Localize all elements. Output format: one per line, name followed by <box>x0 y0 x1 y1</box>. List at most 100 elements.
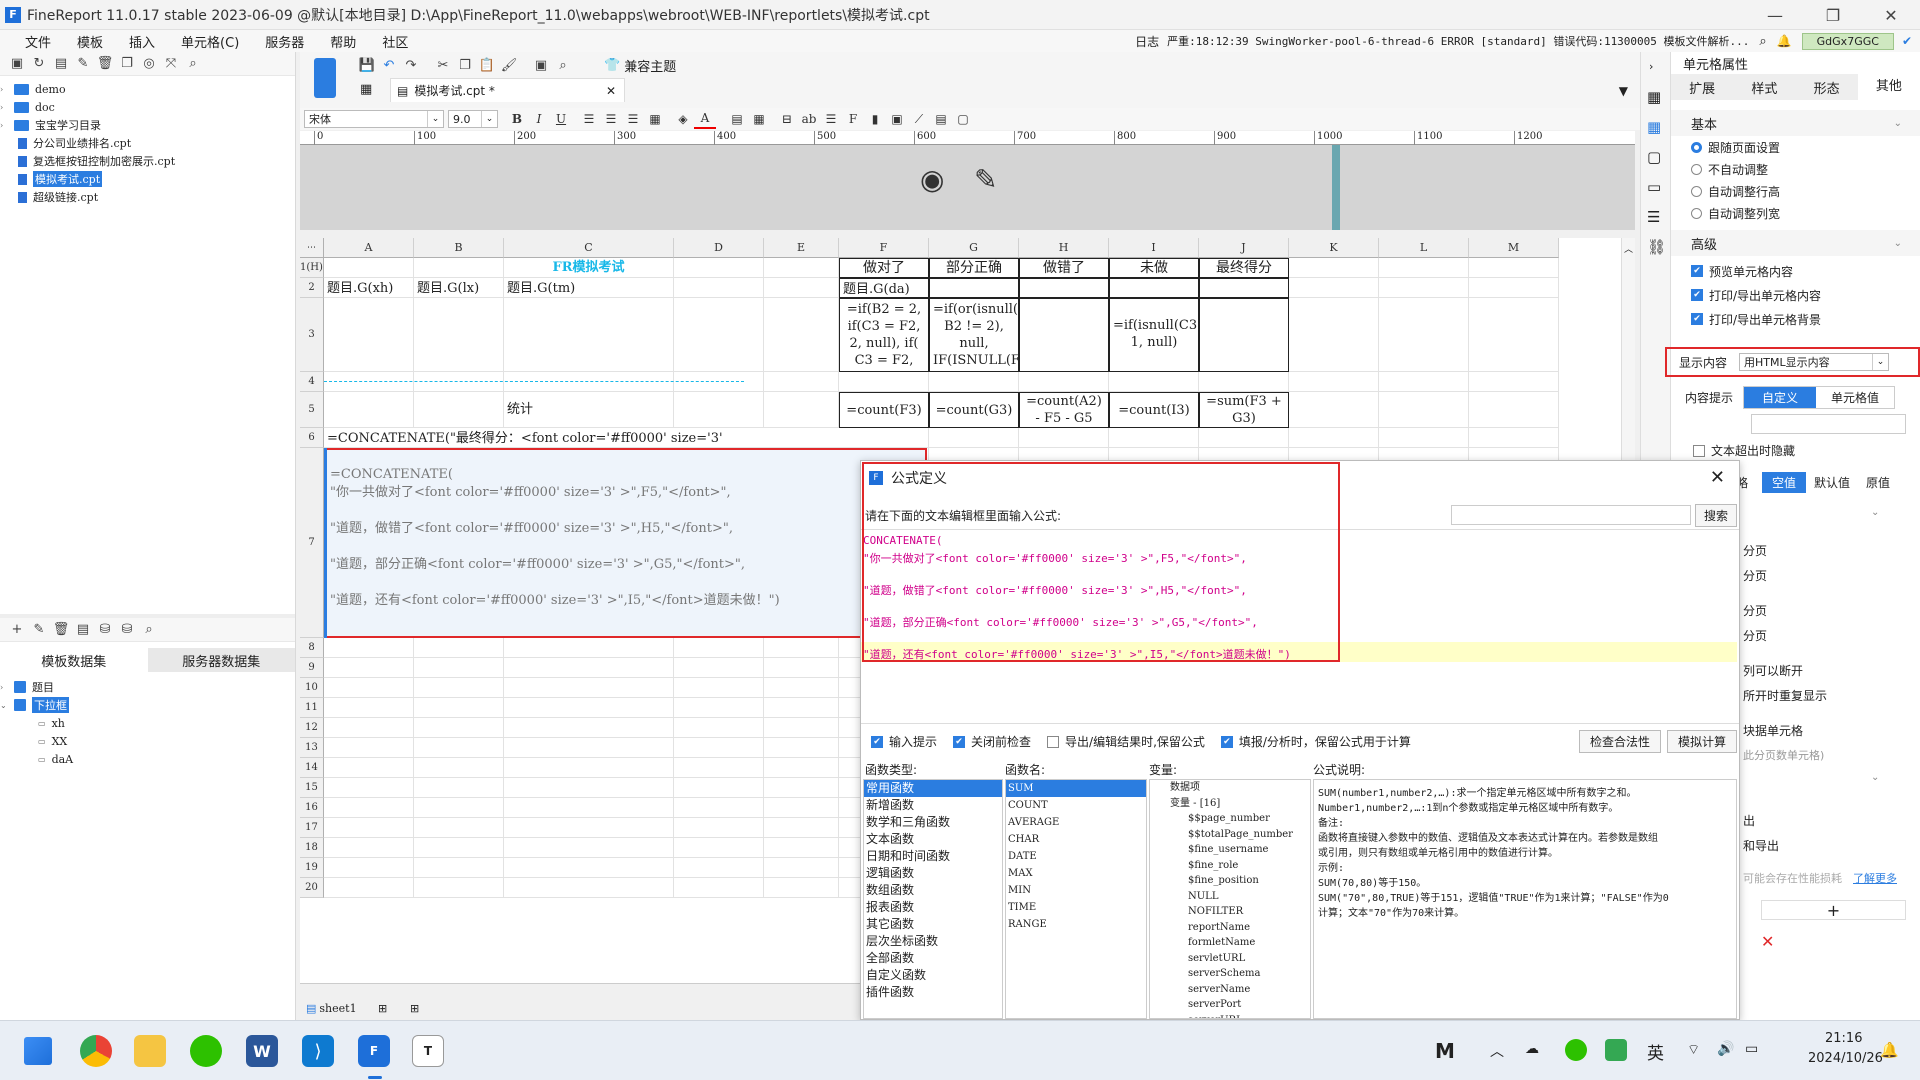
check-preview-content[interactable]: ✔ 预览单元格内容 <box>1671 260 1920 282</box>
chevron-down-icon[interactable]: ⌄ <box>1871 507 1879 518</box>
row-header[interactable]: 1(H) <box>300 258 324 278</box>
compat-theme-button[interactable]: 👕 兼容主题 <box>604 56 676 75</box>
grid-cell[interactable] <box>324 878 414 898</box>
cell-j2x[interactable] <box>1199 278 1289 298</box>
tray-app-icon[interactable] <box>1605 1039 1627 1061</box>
checkbox-icon[interactable]: ✔ <box>1220 735 1233 748</box>
grid-cell[interactable] <box>324 658 414 678</box>
link-icon[interactable]: ⊟ <box>776 109 798 129</box>
checkbox-icon[interactable] <box>1047 735 1060 748</box>
function-type-item[interactable]: 新增函数 <box>864 797 1002 814</box>
db-icon[interactable]: ⛁ <box>94 620 116 640</box>
cell-c1[interactable]: FR模拟考试 <box>504 258 674 278</box>
column-header[interactable]: E <box>764 238 839 258</box>
grid-cell[interactable] <box>324 258 414 278</box>
grid-cell[interactable] <box>324 758 414 778</box>
battery-icon[interactable]: ▭ <box>1745 1041 1758 1057</box>
grid-cell[interactable] <box>324 372 414 392</box>
close-tab-icon[interactable]: ✕ <box>606 84 616 98</box>
align-center-icon[interactable]: ☰ <box>600 109 622 129</box>
cell-j1[interactable]: 最终得分 <box>1199 258 1289 278</box>
grid-cell[interactable] <box>764 678 839 698</box>
open-icon[interactable]: ▤ <box>50 54 72 74</box>
variable-item[interactable]: $$page_number <box>1150 811 1310 827</box>
cell-j5[interactable]: =sum(F3 + G3) <box>1199 392 1289 428</box>
tab-style[interactable]: 样式 <box>1733 78 1795 97</box>
paste-icon[interactable]: 📋 <box>476 55 498 75</box>
variable-item[interactable]: $fine_role <box>1150 858 1310 874</box>
cell-j3x[interactable] <box>1199 298 1289 372</box>
edit-pencil-icon[interactable]: ✎ <box>974 163 997 196</box>
grid-cell[interactable] <box>324 678 414 698</box>
grid-cell[interactable] <box>674 858 764 878</box>
notification-icon[interactable]: 🔔 <box>1880 1041 1899 1059</box>
section-advanced[interactable]: 高级 ⌄ <box>1671 230 1920 256</box>
dialog-search-input[interactable] <box>1451 505 1691 525</box>
tree-field[interactable]: ▭ XX <box>0 732 295 750</box>
grid-cell[interactable] <box>1289 428 1379 448</box>
grid-cell[interactable] <box>1289 372 1379 392</box>
cell-i1[interactable]: 未做 <box>1109 258 1199 278</box>
grid-cell[interactable] <box>324 392 414 428</box>
redo-icon[interactable]: ↷ <box>400 55 422 75</box>
grid-cell[interactable] <box>929 428 1019 448</box>
grid-cell[interactable] <box>324 778 414 798</box>
text-icon[interactable]: ab <box>798 109 820 129</box>
cut-icon[interactable]: ✂ <box>432 55 454 75</box>
tab-template-dataset[interactable]: 模板数据集 <box>0 648 148 672</box>
chevron-down-icon[interactable]: ⌄ <box>1871 772 1879 783</box>
grid-cell[interactable] <box>764 392 839 428</box>
row-header[interactable]: 5 <box>300 392 324 428</box>
fill-color-icon[interactable]: ◈ <box>672 109 694 129</box>
log-label[interactable]: 日志 <box>1135 33 1159 50</box>
search-icon[interactable]: ⌕ <box>138 620 160 640</box>
row-header[interactable]: 10 <box>300 678 324 698</box>
function-type-item[interactable]: 自定义函数 <box>864 967 1002 984</box>
log-message[interactable]: 严重:18:12:39 SwingWorker-pool-6-thread-6 … <box>1167 33 1749 49</box>
grid-cell[interactable] <box>324 738 414 758</box>
grid-cell[interactable] <box>324 838 414 858</box>
add-sheet-icon[interactable]: ⊞ <box>410 1002 419 1015</box>
hint-input[interactable] <box>1751 414 1906 434</box>
cell-f2[interactable]: 题目.G(da) <box>839 278 929 298</box>
grid-cell[interactable] <box>504 718 674 738</box>
function-type-item[interactable]: 全部函数 <box>864 950 1002 967</box>
function-type-item[interactable]: 逻辑函数 <box>864 865 1002 882</box>
windows-start-icon[interactable] <box>24 1037 52 1065</box>
variable-item[interactable]: serverPort <box>1150 997 1310 1013</box>
check-print-content[interactable]: ✔ 打印/导出单元格内容 <box>1671 284 1920 306</box>
grid-cell[interactable] <box>414 858 504 878</box>
grid-cell[interactable] <box>324 298 414 372</box>
tree-item[interactable]: › 题目 <box>0 678 295 696</box>
checkbox-icon[interactable]: ✔ <box>953 735 966 748</box>
grid-cell[interactable] <box>764 638 839 658</box>
grid-cell[interactable] <box>504 298 674 372</box>
function-name-item[interactable]: TIME <box>1006 899 1146 916</box>
align-left-icon[interactable]: ☰ <box>578 109 600 129</box>
menu-file[interactable]: 文件 <box>12 32 64 51</box>
copy-icon[interactable]: ❐ <box>116 54 138 74</box>
chevron-up-icon[interactable]: ︿ <box>1490 1041 1504 1061</box>
wifi-icon[interactable]: ⌔ <box>1687 1041 1700 1059</box>
delete-x-icon[interactable]: ✕ <box>1761 932 1774 951</box>
clock-time[interactable]: 21:16 <box>1825 1031 1862 1046</box>
grid-cell[interactable] <box>1289 298 1379 372</box>
hint-custom[interactable]: 自定义 <box>1744 387 1817 408</box>
grid-cell[interactable] <box>929 372 1019 392</box>
border-icon[interactable]: ▦ <box>644 109 666 129</box>
seg-null[interactable]: 空值 <box>1762 472 1807 493</box>
row-header[interactable]: 12 <box>300 718 324 738</box>
grid-cell[interactable] <box>504 638 674 658</box>
grid-cell[interactable] <box>674 258 764 278</box>
cell-element-icon[interactable]: ▦ <box>1647 118 1661 136</box>
grid-cell[interactable] <box>1469 258 1559 278</box>
grid-cell[interactable] <box>1199 372 1289 392</box>
hint-cell-value[interactable]: 单元格值 <box>1816 387 1894 408</box>
grid-cell[interactable] <box>414 372 504 392</box>
grid-cell[interactable] <box>324 718 414 738</box>
grid-cell[interactable] <box>674 278 764 298</box>
function-type-item[interactable]: 其它函数 <box>864 916 1002 933</box>
add-icon[interactable]: + <box>6 620 28 640</box>
function-type-item[interactable]: 插件函数 <box>864 984 1002 1001</box>
column-header[interactable]: K <box>1289 238 1379 258</box>
